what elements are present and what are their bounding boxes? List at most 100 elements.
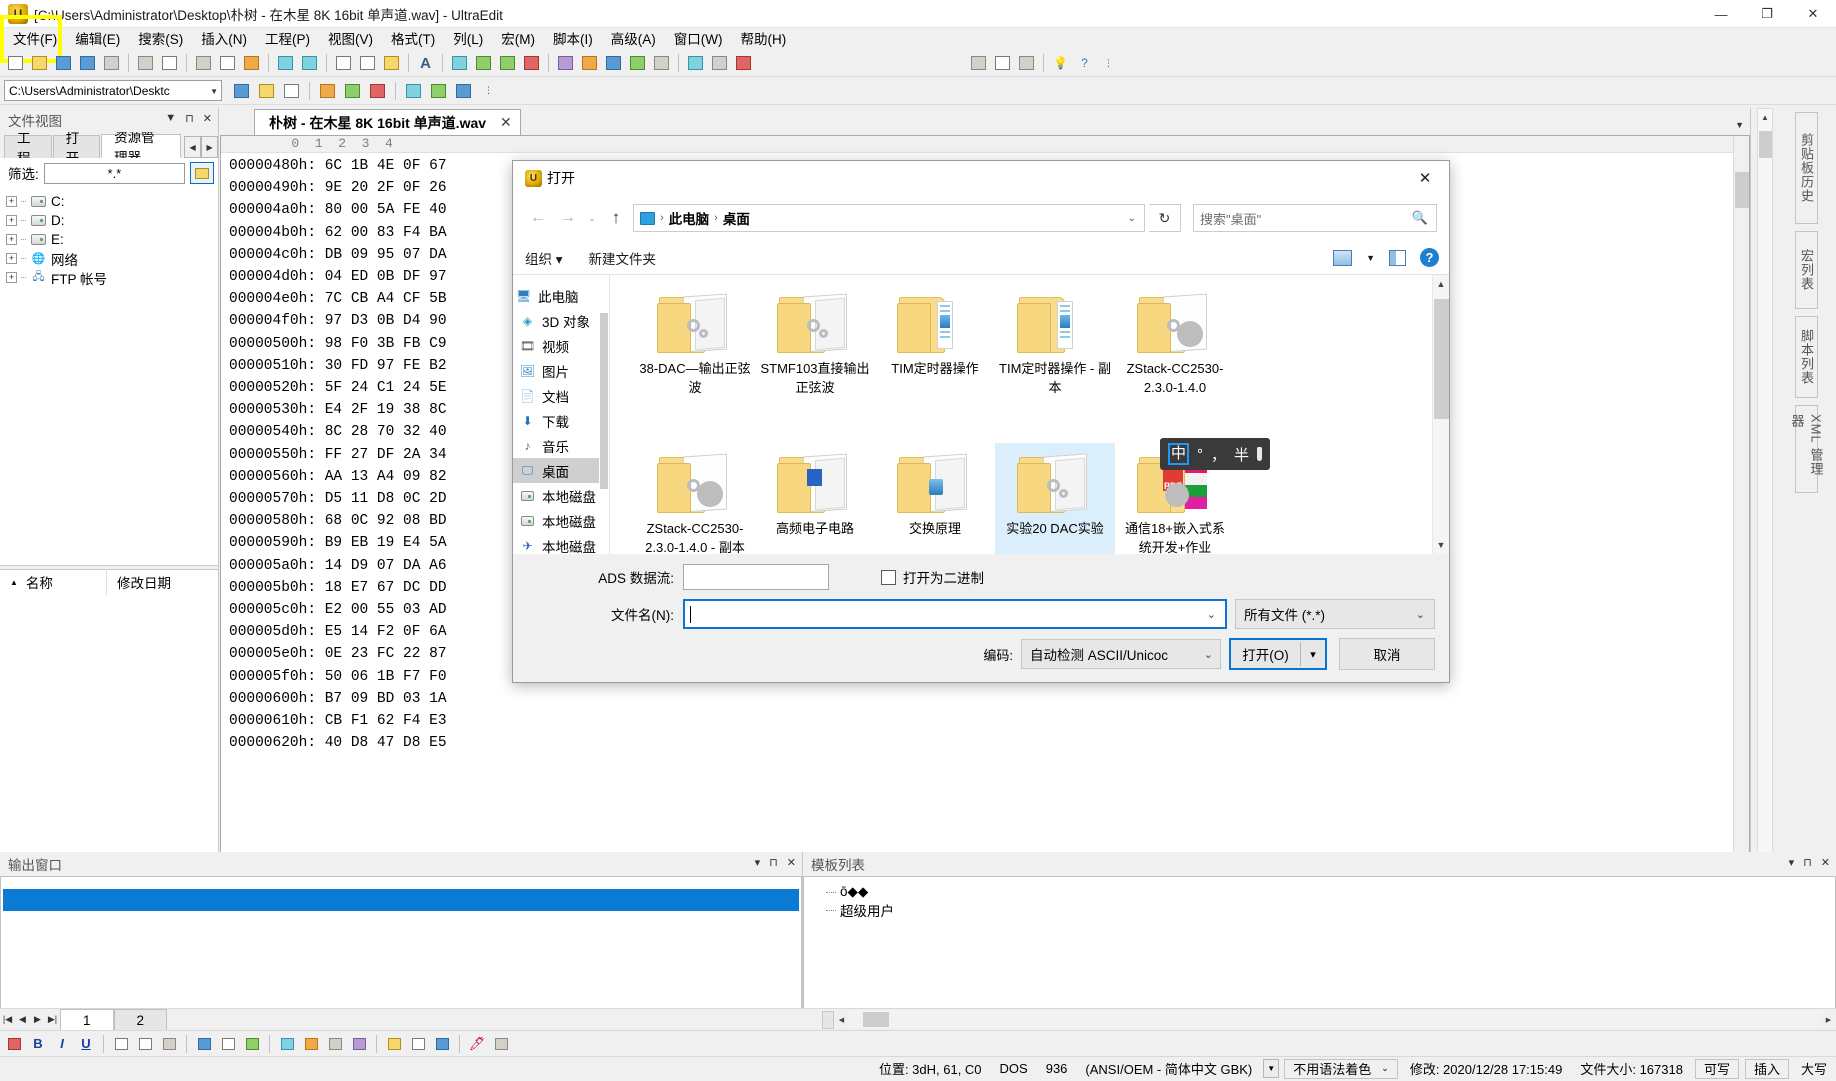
clear-bookmarks-icon[interactable] [520, 52, 543, 75]
chevron-down-icon[interactable]: ▾ [755, 856, 761, 869]
cut-icon[interactable] [192, 52, 215, 75]
expand-icon[interactable]: + [6, 215, 17, 226]
menu-item-insert[interactable]: 插入(N) [192, 29, 256, 50]
browser-icon[interactable] [708, 52, 731, 75]
hscroll-thumb[interactable] [863, 1012, 889, 1027]
menu-item-macro[interactable]: 宏(M) [492, 29, 544, 50]
color-picker-icon[interactable]: 🖊 [466, 1033, 488, 1055]
file-item[interactable]: ZStack-CC2530-2.3.0-1.4.0 [1115, 283, 1235, 443]
expand-icon[interactable]: + [6, 253, 17, 264]
ime-mode-chinese[interactable]: 中 [1168, 443, 1190, 465]
expand-icon[interactable]: + [6, 234, 17, 245]
compare-icon[interactable] [650, 52, 673, 75]
expand-icon[interactable]: + [6, 272, 17, 283]
status-syntax-combo[interactable]: 不用语法着色 ⌄ [1284, 1058, 1398, 1079]
file-item[interactable]: TIM定时器操作 [875, 283, 995, 443]
dialog-close-icon[interactable]: ✕ [1407, 164, 1443, 192]
tab-open[interactable]: 打开 [52, 131, 101, 166]
ime-punctuation-degree[interactable]: ° [1197, 446, 1203, 463]
overflow-icon[interactable]: ⋮ [1097, 52, 1120, 75]
place-this-pc[interactable]: 🖥 此电脑 [513, 283, 609, 308]
save-icon[interactable] [52, 52, 75, 75]
link-icon[interactable] [452, 79, 475, 102]
prev-bookmark-icon[interactable] [496, 52, 519, 75]
file-item[interactable]: 交换原理 [875, 443, 995, 554]
table-icon[interactable] [366, 79, 389, 102]
refresh-icon[interactable]: ↻ [1149, 204, 1181, 232]
address-bar[interactable]: › 此电脑 › 桌面 ⌄ [633, 204, 1145, 232]
file-item[interactable]: TIM定时器操作 - 副本 [995, 283, 1115, 443]
tree-item-drive-c[interactable]: + C: [6, 192, 218, 211]
next-sheet-icon[interactable]: ▶ [30, 1010, 45, 1030]
editor-right-vscrollbar[interactable]: ▲ ▼ [1757, 108, 1773, 982]
help-circle-icon[interactable]: ? [1073, 52, 1096, 75]
align-left-icon[interactable] [110, 1033, 132, 1055]
special-char-icon[interactable] [490, 1033, 512, 1055]
dock-tab-clipboard-history[interactable]: 剪贴板历史 [1795, 112, 1818, 224]
place-music[interactable]: ♪ 音乐 [513, 433, 609, 458]
file-item[interactable]: 高频电子电路 [755, 443, 875, 554]
last-sheet-icon[interactable]: ▶| [45, 1010, 60, 1030]
path-combo-box[interactable]: C:\Users\Administrator\Desktc ▼ [4, 80, 222, 101]
menu-item-project[interactable]: 工程(P) [256, 29, 319, 50]
dock-tab-script-list[interactable]: 脚本列表 [1795, 316, 1818, 398]
place-pictures[interactable]: 🖼 图片 [513, 358, 609, 383]
status-writable[interactable]: 可写 [1694, 1058, 1739, 1079]
template-list-item[interactable]: 超级用户 [826, 901, 1835, 919]
tab-list-chevron-icon[interactable]: ▼ [1735, 120, 1744, 130]
sidebar-vscroll-thumb[interactable] [600, 313, 608, 489]
file-type-filter-combo[interactable]: 所有文件 (*.*) ⌄ [1235, 599, 1435, 629]
sheet-tab-2[interactable]: 2 [113, 1009, 168, 1030]
breadcrumb-this-pc[interactable]: 此电脑 [669, 208, 710, 228]
file-grid-vscrollbar[interactable]: ▲ ▼ [1432, 275, 1449, 554]
menu-item-script[interactable]: 脚本(I) [544, 29, 602, 50]
ads-input[interactable] [683, 564, 829, 590]
sheet-hscrollbar[interactable]: ◀ ▶ [822, 1009, 1836, 1031]
new-folder-button[interactable]: 新建文件夹 [589, 248, 657, 268]
font-icon[interactable]: A [414, 52, 437, 75]
file-item-selected[interactable]: 实验20 DAC实验 [995, 443, 1115, 554]
place-drive-d[interactable]: 本地磁盘 (D:) [513, 508, 609, 533]
find-in-files-icon[interactable] [380, 52, 403, 75]
place-downloads[interactable]: ⬇ 下载 [513, 408, 609, 433]
tree-item-drive-e[interactable]: + E: [6, 230, 218, 249]
anchor-icon[interactable] [383, 1033, 405, 1055]
tree-item-ftp[interactable]: + 🖧 FTP 帐号 [6, 268, 218, 287]
place-desktop[interactable]: 🖵 桌面 [513, 458, 609, 483]
output-selected-row[interactable] [3, 889, 799, 911]
pin-icon[interactable]: ⊓ [769, 856, 778, 869]
menu-item-column[interactable]: 列(L) [444, 29, 492, 50]
pin-icon[interactable]: ⊓ [1803, 856, 1812, 869]
help-icon[interactable]: ? [1420, 248, 1439, 267]
hscroll-track[interactable] [849, 1011, 1821, 1028]
insert-form-icon[interactable] [348, 1033, 370, 1055]
prev-sheet-icon[interactable]: ◀ [15, 1010, 30, 1030]
scroll-up-icon[interactable]: ▲ [1433, 275, 1449, 293]
tab-scroll-left-icon[interactable]: ◀ [184, 136, 202, 158]
overflow2-icon[interactable]: ⋮ [477, 79, 500, 102]
indent-icon[interactable] [241, 1033, 263, 1055]
next-bookmark-icon[interactable] [472, 52, 495, 75]
open-button[interactable]: 打开(O) ▾ [1229, 638, 1327, 670]
close-icon[interactable]: ✕ [1821, 856, 1830, 869]
place-documents[interactable]: 📄 文档 [513, 383, 609, 408]
status-insert-mode[interactable]: 插入 [1744, 1058, 1789, 1079]
maximize-button[interactable]: ❐ [1744, 0, 1790, 28]
up-icon[interactable]: ↑ [603, 205, 629, 231]
word-wrap-icon[interactable] [602, 52, 625, 75]
organize-button[interactable]: 组织 ▾ [525, 248, 563, 268]
encoding-combo[interactable]: 自动检测 ASCII/Unicoc ⌄ [1021, 639, 1221, 669]
sheet-tab-1[interactable]: 1 [60, 1009, 114, 1030]
status-charset-dropdown-icon[interactable]: ▼ [1261, 1057, 1281, 1081]
chevron-down-icon[interactable]: ▼ [165, 112, 176, 125]
ime-width-half[interactable]: 半 [1234, 444, 1249, 465]
menu-item-search[interactable]: 搜索(S) [129, 29, 192, 50]
file-grid-vscroll-thumb[interactable] [1434, 299, 1449, 419]
forward-icon[interactable]: → [555, 205, 581, 231]
preview-browser-icon[interactable] [402, 79, 425, 102]
close-icon[interactable]: ✕ [203, 112, 212, 125]
filename-input[interactable]: ⌄ [683, 599, 1227, 629]
bold-icon[interactable]: B [27, 1033, 49, 1055]
scroll-left-icon[interactable]: ◀ [834, 1012, 849, 1027]
place-drive-c[interactable]: 本地磁盘 (C:) [513, 483, 609, 508]
